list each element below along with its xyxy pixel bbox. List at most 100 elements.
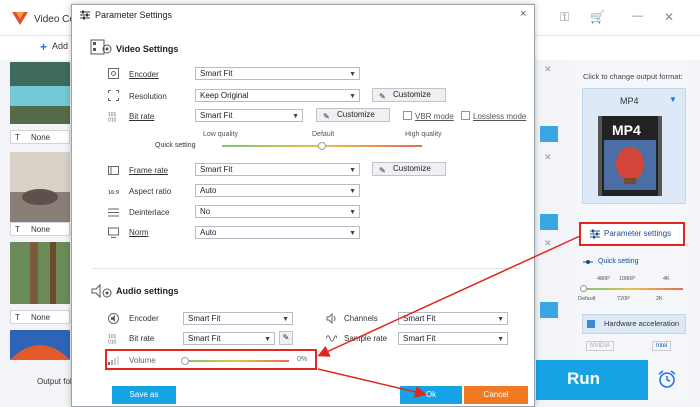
resolution-label: Resolution — [129, 92, 167, 101]
screen: Video Co ⚿ 🛒 — ✕ + Add F T None T None T… — [0, 0, 700, 407]
svg-text:010: 010 — [108, 340, 117, 345]
button-label: Customize — [393, 90, 431, 99]
frame-rate-customize-button[interactable]: ✎ Customize — [372, 162, 446, 176]
bitrate-customize-button[interactable]: ✎ Customize — [316, 108, 390, 122]
norm-icon — [108, 227, 119, 238]
video-thumbnail-4[interactable] — [10, 330, 70, 360]
hardware-acceleration-checkbox[interactable] — [587, 320, 595, 328]
chevron-down-icon[interactable]: ▼ — [669, 95, 677, 104]
chevron-down-icon: ▼ — [497, 316, 504, 323]
video-bitrate-select[interactable]: Smart Fit ▼ — [195, 109, 303, 122]
add-icon[interactable]: + — [40, 40, 47, 54]
quick-setting-slider[interactable] — [583, 288, 683, 290]
resolution-icon — [108, 90, 119, 101]
sample-rate-icon — [326, 335, 337, 342]
chevron-down-icon: ▼ — [349, 167, 356, 174]
video-settings-icon — [90, 39, 112, 55]
encoder-icon — [108, 68, 119, 79]
remove-item-icon[interactable]: ✕ — [544, 152, 552, 163]
item-marker — [540, 126, 558, 142]
text-icon: T — [15, 133, 20, 142]
select-value: Smart Fit — [200, 69, 233, 78]
section-divider — [92, 268, 520, 269]
select-value: Auto — [200, 186, 217, 195]
bitrate-icon: 101010 — [108, 112, 117, 122]
lossless-mode-label: Lossless mode — [473, 112, 527, 121]
pencil-icon: ✎ — [379, 92, 386, 101]
key-icon[interactable]: ⚿ — [560, 10, 569, 25]
button-label: Customize — [337, 110, 375, 119]
video-quality-knob[interactable] — [318, 142, 326, 150]
chevron-down-icon: ▼ — [349, 230, 356, 237]
video-thumbnail-1[interactable] — [10, 62, 70, 124]
video-thumbnail-2[interactable] — [10, 152, 70, 230]
lossless-mode-checkbox[interactable] — [461, 111, 470, 120]
sample-rate-label: Sample rate — [344, 334, 388, 343]
quick-tick-label: 1080P — [619, 276, 635, 282]
audio-encoder-select[interactable]: Smart Fit ▼ — [183, 312, 293, 325]
video-bitrate-label: Bit rate — [129, 112, 155, 121]
minimize-icon[interactable]: — — [632, 10, 643, 22]
cart-icon[interactable]: 🛒 — [590, 10, 605, 24]
audio-encoder-label: Encoder — [129, 314, 159, 323]
quick-tick-label: 480P — [597, 276, 610, 282]
frame-rate-select[interactable]: Smart Fit ▼ — [195, 163, 360, 176]
select-value: No — [200, 207, 211, 216]
alarm-clock-icon[interactable] — [656, 368, 678, 390]
close-icon[interactable]: ✕ — [664, 10, 674, 24]
resolution-select[interactable]: Keep Original ▼ — [195, 89, 360, 102]
remove-item-icon[interactable]: ✕ — [544, 64, 552, 75]
video-thumbnail-3[interactable] — [10, 242, 70, 304]
quick-setting-knob[interactable] — [580, 285, 587, 292]
deinterlace-select[interactable]: No ▼ — [195, 205, 360, 218]
audio-bitrate-label: Bit rate — [129, 334, 155, 343]
dialog-close-button[interactable]: × — [520, 8, 526, 20]
low-quality-label: Low quality — [203, 131, 239, 138]
vbr-mode-checkbox[interactable] — [403, 111, 412, 120]
aspect-ratio-select[interactable]: Auto ▼ — [195, 184, 360, 197]
ok-button[interactable]: Ok — [400, 386, 462, 404]
frame-rate-label: Frame rate — [129, 166, 169, 175]
quick-tick-label: Default — [578, 296, 596, 302]
resolution-customize-button[interactable]: ✎ Customize — [372, 88, 446, 102]
vbr-mode-label: VBR mode — [415, 112, 454, 121]
subtitle-select-3[interactable]: T None — [10, 310, 70, 324]
channels-select[interactable]: Smart Fit ▼ — [398, 312, 508, 325]
deinterlace-label: Deinterlace — [129, 208, 170, 217]
save-as-button[interactable]: Save as — [112, 386, 176, 404]
subtitle-select-1[interactable]: T None — [10, 130, 70, 144]
subtitle-select-2[interactable]: T None — [10, 222, 70, 236]
item-marker — [540, 214, 558, 230]
svg-text:16:9: 16:9 — [108, 190, 119, 196]
chevron-down-icon: ▼ — [292, 113, 299, 120]
cancel-button[interactable]: Cancel — [464, 386, 528, 404]
select-value: Smart Fit — [403, 314, 436, 323]
item-marker — [540, 302, 558, 318]
video-encoder-select[interactable]: Smart Fit ▼ — [195, 67, 360, 80]
audio-bitrate-icon: 101010 — [108, 334, 117, 345]
select-value: Smart Fit — [403, 334, 436, 343]
intel-logo: Intel — [652, 341, 672, 351]
audio-settings-title: Audio settings — [116, 286, 179, 296]
chevron-down-icon: ▼ — [349, 93, 356, 100]
aspect-ratio-label: Aspect ratio — [129, 187, 172, 196]
volume-highlight-box — [105, 349, 317, 370]
select-value: Smart Fit — [188, 334, 221, 343]
audio-bitrate-edit-button[interactable]: ✎ — [279, 331, 293, 345]
sample-rate-select[interactable]: Smart Fit ▼ — [398, 332, 508, 345]
app-title: Video Co — [34, 14, 75, 25]
audio-encoder-icon — [108, 313, 119, 324]
deinterlace-icon — [108, 208, 119, 217]
remove-item-icon[interactable]: ✕ — [544, 238, 552, 249]
chevron-down-icon: ▼ — [497, 336, 504, 343]
select-value: Smart Fit — [188, 314, 221, 323]
norm-label: Norm — [129, 228, 149, 237]
norm-select[interactable]: Auto ▼ — [195, 226, 360, 239]
select-value: Auto — [200, 228, 217, 237]
audio-bitrate-select[interactable]: Smart Fit ▼ — [183, 332, 275, 345]
button-label: Customize — [393, 164, 431, 173]
select-value: Keep Original — [200, 91, 249, 100]
channels-icon — [326, 313, 336, 324]
output-format-label: MP4 — [620, 96, 639, 106]
hardware-acceleration-label: Hardware acceleration — [604, 319, 680, 328]
